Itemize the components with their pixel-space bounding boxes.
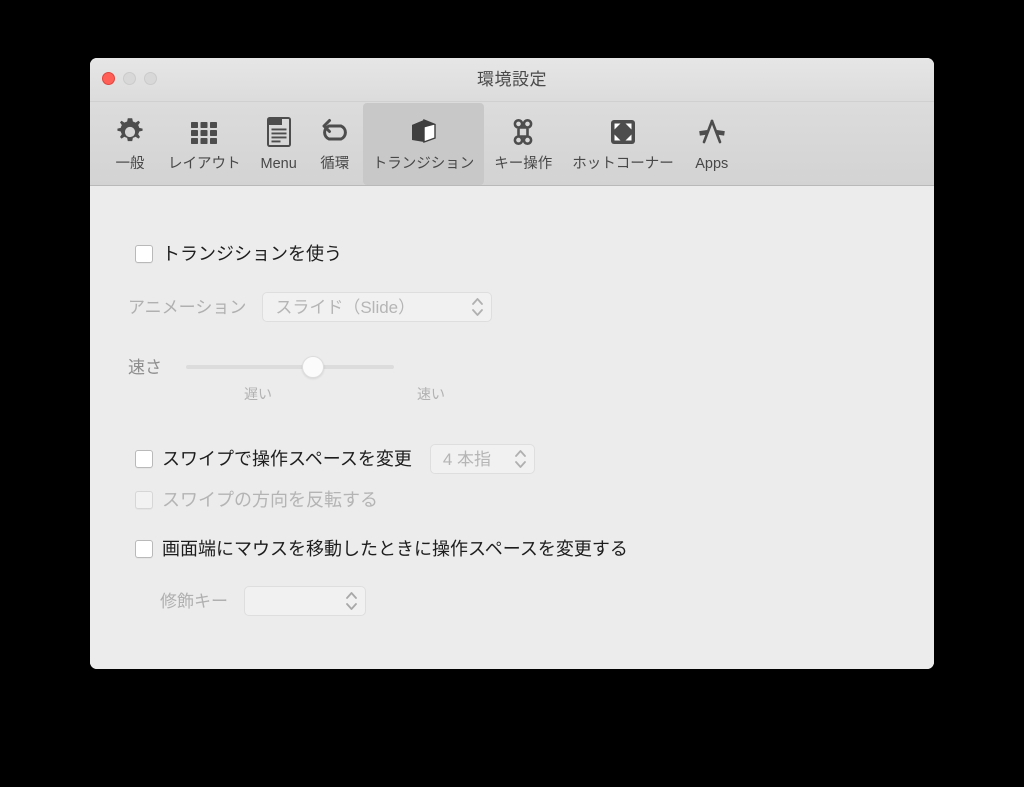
app-store-icon (695, 111, 729, 153)
animation-popup-button[interactable]: スライド（Slide） (262, 292, 493, 322)
swipe-change-space-checkbox[interactable] (135, 450, 153, 468)
toolbar-tab-apps[interactable]: Apps (684, 103, 740, 185)
preferences-toolbar: 一般 レイアウト Menu 循環 トランジション キー操作 ホットコーナー Ap… (90, 102, 934, 186)
window-titlebar: 環境設定 (90, 58, 934, 102)
speed-max-label: 速い (417, 386, 445, 402)
use-transition-row: トランジションを使う (135, 245, 342, 263)
speed-row: 速さ (128, 356, 394, 378)
toolbar-tab-key-operation[interactable]: キー操作 (484, 103, 562, 185)
swipe-change-space-label: スワイプで操作スペースを変更 (162, 449, 412, 469)
screen-edge-change-space-label: 画面端にマウスを移動したときに操作スペースを変更する (162, 539, 628, 559)
speed-slider-knob[interactable] (301, 356, 324, 378)
toolbar-tab-transition-label: トランジション (372, 156, 475, 172)
chevron-up-down-icon (472, 298, 484, 316)
speed-slider-track (186, 365, 394, 369)
speed-slider[interactable] (186, 356, 394, 378)
use-transition-checkbox[interactable] (135, 245, 153, 263)
screen-edge-change-space-row: 画面端にマウスを移動したときに操作スペースを変更する (135, 540, 628, 558)
toolbar-tab-menu-label: Menu (260, 156, 297, 172)
screen-edge-change-space-checkbox[interactable] (135, 540, 153, 558)
swipe-invert-row: スワイプの方向を反転する (135, 491, 378, 509)
toolbar-tab-general-label: 一般 (115, 156, 145, 172)
animation-row: アニメーション スライド（Slide） (128, 292, 493, 322)
chevron-up-down-icon (346, 592, 357, 610)
finger-count-popup-button[interactable]: 4 本指 (429, 444, 535, 474)
finger-count-popup-value: 4 本指 (442, 449, 492, 469)
toolbar-tab-layout-label: レイアウト (168, 156, 241, 172)
toolbar-tab-general[interactable]: 一般 (102, 103, 158, 185)
toolbar-tab-menu[interactable]: Menu (251, 103, 307, 185)
modifier-key-popup-button[interactable] (244, 586, 366, 616)
preferences-window: 環境設定 一般 レイアウト Menu 循環 トランジション キー操作 ホットコー… (90, 58, 934, 669)
speed-label: 速さ (128, 357, 162, 377)
toolbar-tab-layout[interactable]: レイアウト (158, 103, 251, 185)
animation-label: アニメーション (128, 297, 247, 317)
cube-icon (407, 111, 441, 153)
hot-corner-icon (606, 111, 640, 153)
window-title: 環境設定 (477, 70, 547, 89)
speed-min-label: 遅い (244, 386, 272, 402)
toolbar-tab-hot-corner-label: ホットコーナー (572, 156, 674, 172)
toolbar-tab-cycle[interactable]: 循環 (307, 103, 363, 185)
toolbar-tab-hot-corner[interactable]: ホットコーナー (562, 103, 684, 185)
toolbar-tab-apps-label: Apps (695, 156, 729, 172)
gear-icon (113, 111, 147, 153)
use-transition-label: トランジションを使う (162, 244, 342, 264)
grid-icon (188, 111, 220, 153)
swipe-change-space-row: スワイプで操作スペースを変更 4 本指 (135, 444, 535, 474)
command-key-icon (507, 111, 539, 153)
toolbar-tab-key-operation-label: キー操作 (494, 156, 553, 172)
transition-settings-pane: トランジションを使う アニメーション スライド（Slide） 速さ 遅い 速い … (90, 186, 934, 669)
modifier-key-row: 修飾キー (160, 586, 366, 616)
animation-popup-value: スライド（Slide） (275, 297, 416, 317)
swipe-invert-checkbox[interactable] (135, 491, 153, 509)
toolbar-tab-transition[interactable]: トランジション (362, 103, 485, 185)
desktop-background: 環境設定 一般 レイアウト Menu 循環 トランジション キー操作 ホットコー… (0, 0, 1024, 787)
modifier-key-label: 修飾キー (160, 591, 228, 611)
chevron-up-down-icon (514, 450, 526, 468)
loop-arrow-icon (318, 111, 352, 153)
toolbar-tab-cycle-label: 循環 (320, 156, 350, 172)
document-icon (264, 111, 294, 153)
swipe-invert-label: スワイプの方向を反転する (162, 490, 378, 510)
